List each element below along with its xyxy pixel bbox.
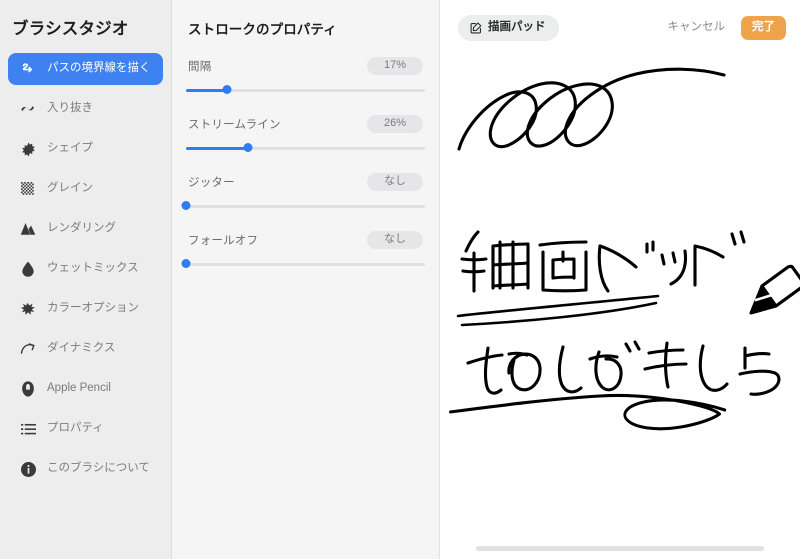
sidebar: ブラシスタジオ パスの境界線を描く 入り抜き シェイプ グレイン レンダリング … <box>0 0 172 559</box>
done-button[interactable]: 完了 <box>741 15 786 41</box>
edit-pencil-square-icon <box>469 21 482 34</box>
properties-panel-title: ストロークのプロパティ <box>188 22 337 37</box>
sidebar-nav-list: パスの境界線を描く 入り抜き シェイプ グレイン レンダリング ウェットミックス… <box>0 53 171 485</box>
slider-header: ジッター なし <box>172 173 439 191</box>
slider-fill <box>186 89 227 92</box>
slider-thumb[interactable] <box>222 85 232 94</box>
slider-track <box>186 263 425 266</box>
status-badge: なし <box>367 231 423 249</box>
drawing-pad-pane: 描画パッド キャンセル 完了 <box>440 0 800 559</box>
slider-thumb[interactable] <box>181 259 191 268</box>
home-indicator[interactable] <box>476 546 764 551</box>
color-options-splash-icon <box>18 299 38 319</box>
status-badge: 26% <box>367 115 423 133</box>
sidebar-item-label: ダイナミクス <box>47 341 116 354</box>
status-badge: 17% <box>367 57 423 75</box>
status-badge: なし <box>367 173 423 191</box>
stroke-path-icon <box>18 59 38 79</box>
grain-dots-icon <box>18 179 38 199</box>
rendering-mountain-icon <box>18 219 38 239</box>
sidebar-item-label: Apple Pencil <box>47 381 111 394</box>
slider-header: ストリームライン 26% <box>172 115 439 133</box>
taper-wave-icon <box>18 99 38 119</box>
slider-track <box>186 205 425 208</box>
slider-jitter-control[interactable] <box>181 200 425 212</box>
brush-studio-window: ブラシスタジオ パスの境界線を描く 入り抜き シェイプ グレイン レンダリング … <box>0 0 800 559</box>
sidebar-item-label: パスの境界線を描く <box>47 61 151 74</box>
slider-label: フォールオフ <box>188 235 259 247</box>
properties-list-icon <box>18 419 38 439</box>
sidebar-item-apple-pencil[interactable]: Apple Pencil <box>8 373 163 405</box>
about-info-icon <box>18 459 38 479</box>
slider-header: フォールオフ なし <box>172 231 439 249</box>
sidebar-item-label: このブラシについて <box>47 461 150 474</box>
sidebar-item-shape[interactable]: シェイプ <box>8 133 163 165</box>
sidebar-item-label: レンダリング <box>47 221 116 234</box>
sidebar-item-wet-mix[interactable]: ウェットミックス <box>8 253 163 285</box>
dynamics-arc-icon <box>18 339 38 359</box>
slider-thumb[interactable] <box>181 201 191 210</box>
slider-label: 間隔 <box>188 61 212 73</box>
sidebar-item-label: カラーオプション <box>47 301 139 314</box>
sidebar-item-about-brush[interactable]: このブラシについて <box>8 453 163 485</box>
slider-streamline: ストリームライン 26% <box>172 115 439 154</box>
sidebar-item-taper[interactable]: 入り抜き <box>8 93 163 125</box>
slider-label: ストリームライン <box>188 119 281 131</box>
canvas-toolbar: 描画パッド キャンセル 完了 <box>440 0 800 56</box>
sidebar-item-label: グレイン <box>47 181 93 194</box>
sidebar-item-rendering[interactable]: レンダリング <box>8 213 163 245</box>
sidebar-item-properties[interactable]: プロパティ <box>8 413 163 445</box>
sidebar-item-label: 入り抜き <box>47 101 93 114</box>
drawing-pad-button-label: 描画パッド <box>488 20 546 33</box>
sidebar-item-color-options[interactable]: カラーオプション <box>8 293 163 325</box>
sidebar-item-label: ウェットミックス <box>47 261 139 274</box>
cancel-button[interactable]: キャンセル <box>668 21 726 35</box>
page-title: ブラシスタジオ <box>12 20 129 38</box>
handwriting-strokes <box>448 67 800 431</box>
slider-streamline-control[interactable] <box>186 142 425 154</box>
sidebar-item-label: プロパティ <box>47 421 104 434</box>
slider-fill <box>186 147 249 150</box>
stroke-properties-panel: ストロークのプロパティ 間隔 17% ストリームライン 26% ジッター なし … <box>172 0 440 559</box>
slider-jitter: ジッター なし <box>172 173 439 212</box>
sidebar-item-stroke-path[interactable]: パスの境界線を描く <box>8 53 163 85</box>
slider-falloff-control[interactable] <box>181 258 425 270</box>
shape-star-icon <box>18 139 38 159</box>
drawing-pad-button[interactable]: 描画パッド <box>458 15 559 41</box>
slider-falloff: フォールオフ なし <box>172 231 439 270</box>
sidebar-item-dynamics[interactable]: ダイナミクス <box>8 333 163 365</box>
apple-pencil-icon <box>18 379 38 399</box>
slider-label: ジッター <box>188 177 235 189</box>
slider-header: 間隔 17% <box>172 57 439 75</box>
slider-thumb[interactable] <box>243 143 253 152</box>
wet-mix-droplet-icon <box>18 259 38 279</box>
sidebar-item-grain[interactable]: グレイン <box>8 173 163 205</box>
drawing-canvas[interactable] <box>440 56 800 559</box>
slider-spacing-control[interactable] <box>186 84 425 96</box>
sidebar-item-label: シェイプ <box>47 141 93 154</box>
slider-spacing: 間隔 17% <box>172 57 439 96</box>
